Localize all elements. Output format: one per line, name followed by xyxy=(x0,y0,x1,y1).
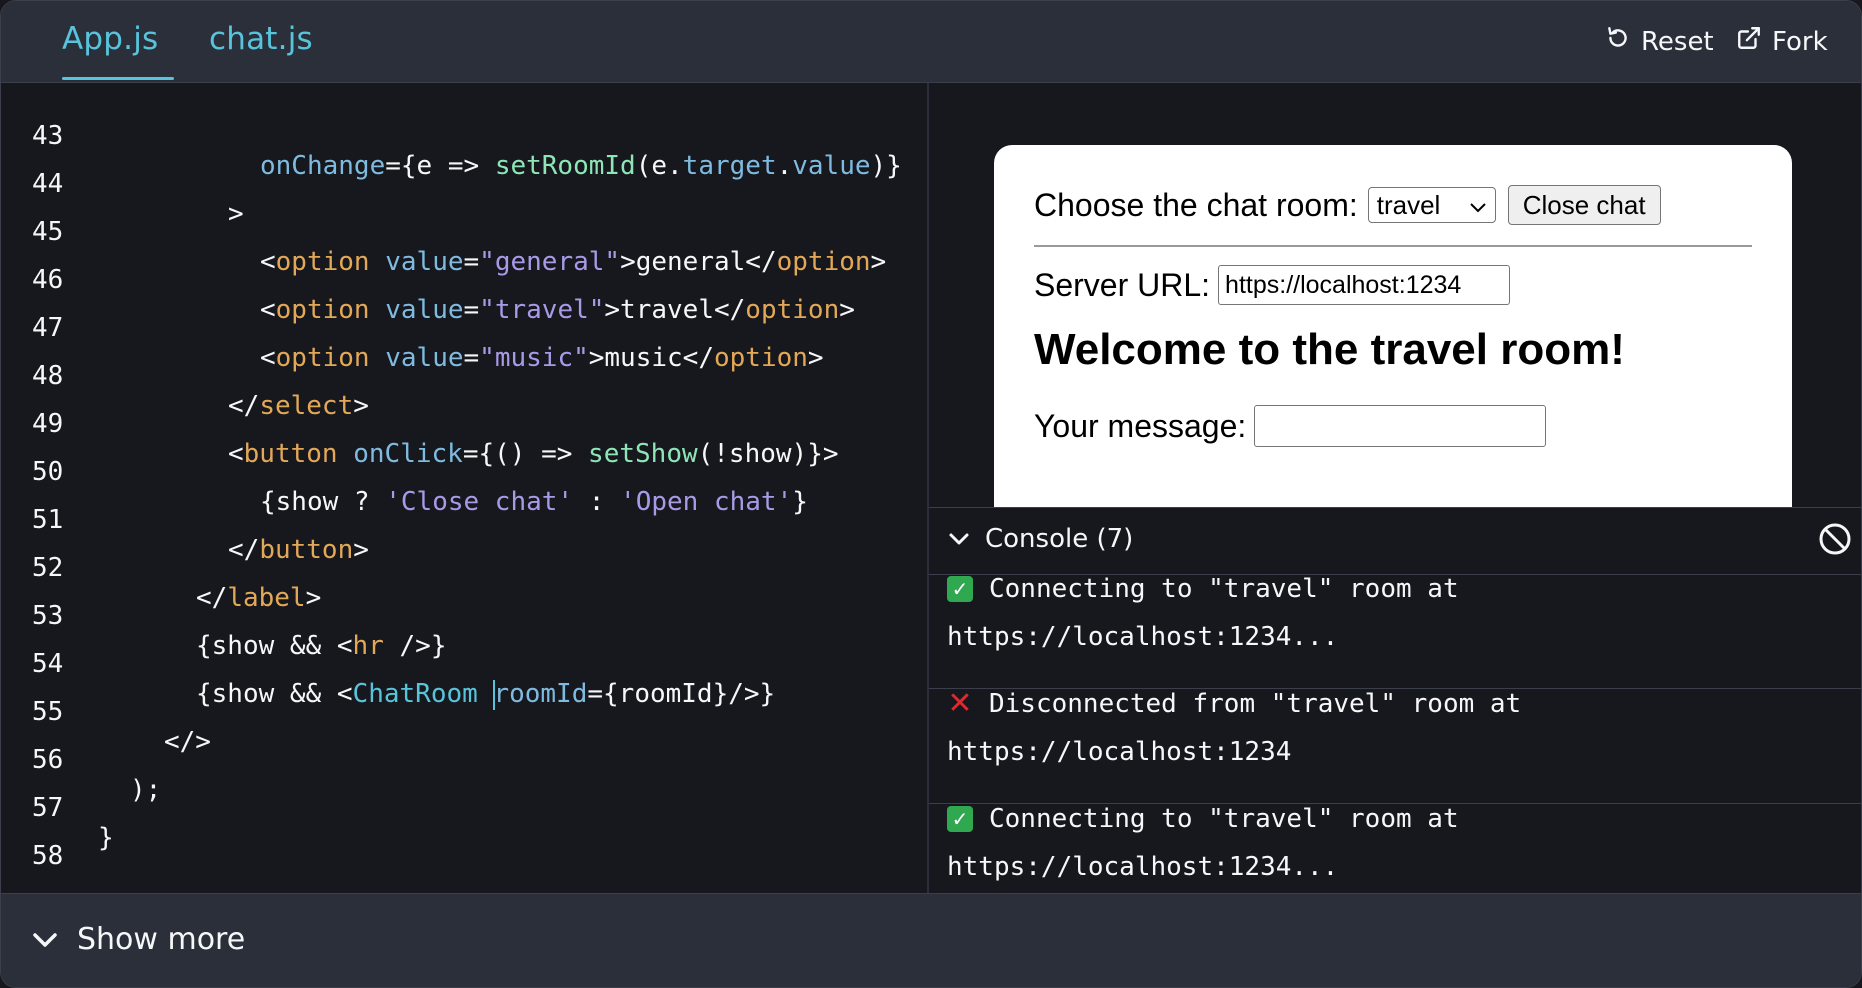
code-text: <option value="general">general</option> xyxy=(260,247,887,277)
active-tab-indicator xyxy=(62,77,174,80)
code-text: </button> xyxy=(228,535,369,565)
code-line: 51 </button> xyxy=(1,475,369,565)
code-text: <button onClick={() => setShow(!show)}> xyxy=(228,439,839,469)
log-text: Connecting to "travel" room at xyxy=(989,574,1459,604)
welcome-heading: Welcome to the travel room! xyxy=(1034,325,1625,374)
code-line: 53 {show && <hr />} xyxy=(1,571,446,661)
room-chooser-row: Choose the chat room: travel Close chat xyxy=(1034,185,1661,225)
reset-label: Reset xyxy=(1641,26,1714,57)
code-line: 52 </label> xyxy=(1,523,321,613)
code-line: 57 } xyxy=(1,763,114,853)
console-log-entry: ✕ Disconnected from "travel" room at http… xyxy=(929,689,1861,804)
code-editor[interactable]: 43 onChange={e => setRoomId(e.target.val… xyxy=(1,83,927,893)
choose-room-label: Choose the chat room: xyxy=(1034,186,1358,223)
fork-label: Fork xyxy=(1772,26,1828,57)
log-text: https://localhost:1234... xyxy=(947,852,1339,882)
tab-app-js[interactable]: App.js xyxy=(62,21,158,57)
log-text: Disconnected from "travel" room at xyxy=(989,689,1522,719)
room-select-value: travel xyxy=(1376,189,1441,220)
code-text: </> xyxy=(164,727,211,757)
code-text: </label> xyxy=(196,583,322,613)
code-line: 45 <option value="general">general</opti… xyxy=(1,187,886,277)
line-number: 58 xyxy=(32,841,64,871)
fork-button[interactable]: Fork xyxy=(1736,25,1828,58)
chevron-down-icon xyxy=(947,524,971,554)
code-line: 56 ); xyxy=(1,715,161,805)
show-more-button[interactable]: Show more xyxy=(31,922,245,957)
show-more-label: Show more xyxy=(77,922,246,957)
code-text: onChange={e => setRoomId(e.target.value)… xyxy=(260,151,902,181)
code-line: 43 onChange={e => setRoomId(e.target.val… xyxy=(1,91,902,181)
code-line: 58 xyxy=(1,811,95,871)
console-header[interactable]: Console (7) xyxy=(929,507,1861,575)
code-text: {show ? 'Close chat' : 'Open chat'} xyxy=(260,487,808,517)
sandbox-frame: App.js chat.js Reset Fork 43 onChange={e… xyxy=(0,0,1862,988)
code-line: 50 {show ? 'Close chat' : 'Open chat'} xyxy=(1,427,808,517)
code-line: 48 </select> xyxy=(1,331,369,421)
code-text: <option value="music">music</option> xyxy=(260,343,824,373)
code-line: 55 </> xyxy=(1,667,211,757)
cross-icon: ✕ xyxy=(947,686,973,721)
preview-card: Choose the chat room: travel Close chat … xyxy=(994,145,1792,525)
code-text: <option value="travel">travel</option> xyxy=(260,295,855,325)
console-title: Console (7) xyxy=(985,524,1134,554)
tab-chat-js[interactable]: chat.js xyxy=(209,21,313,57)
code-line: 49 <button onClick={() => setShow(!show)… xyxy=(1,379,839,469)
code-line: 54 {show && <ChatRoom roomId={roomId}/>} xyxy=(1,619,775,710)
message-input[interactable] xyxy=(1254,405,1547,447)
editor-tab-bar: App.js chat.js Reset Fork xyxy=(1,1,1861,83)
console-log-entry: ✓ Connecting to "travel" room at https://… xyxy=(929,574,1861,689)
log-text: https://localhost:1234... xyxy=(947,622,1339,652)
code-text: ); xyxy=(130,775,162,805)
log-text: Connecting to "travel" room at xyxy=(989,804,1459,834)
clear-console-icon[interactable] xyxy=(1817,521,1853,557)
footer-bar: Show more xyxy=(1,893,1861,987)
code-line: 46 <option value="travel">travel</option… xyxy=(1,235,855,325)
server-url-label: Server URL: xyxy=(1034,266,1211,303)
preview-pane: Choose the chat room: travel Close chat … xyxy=(929,83,1861,525)
server-url-input[interactable]: https://localhost:1234 xyxy=(1218,265,1511,305)
reset-button[interactable]: Reset xyxy=(1605,25,1714,58)
close-chat-button[interactable]: Close chat xyxy=(1507,185,1661,225)
code-text: {show && <ChatRoom roomId={roomId}/>} xyxy=(196,679,776,710)
message-row: Your message: xyxy=(1034,405,1547,447)
code-line: 47 <option value="music">music</option> xyxy=(1,283,824,373)
server-url-row: Server URL: https://localhost:1234 xyxy=(1034,265,1511,305)
check-icon: ✓ xyxy=(947,576,973,602)
code-text: > xyxy=(228,199,244,229)
code-text: } xyxy=(98,823,114,853)
code-line: 44 > xyxy=(1,139,244,229)
code-text: {show && <hr />} xyxy=(196,631,447,661)
external-link-icon xyxy=(1736,25,1762,58)
log-text: https://localhost:1234 xyxy=(947,737,1292,767)
room-select[interactable]: travel xyxy=(1367,187,1496,223)
check-icon: ✓ xyxy=(947,806,973,832)
console-toggle[interactable]: Console (7) xyxy=(947,524,1133,554)
reset-icon xyxy=(1605,25,1631,58)
message-label: Your message: xyxy=(1034,407,1247,444)
chevron-down-icon xyxy=(31,922,59,957)
divider xyxy=(1034,245,1752,247)
code-text: </select> xyxy=(228,391,369,421)
console-panel: Console (7) ✓ Connecting to "travel" room… xyxy=(929,507,1861,893)
chevron-down-icon xyxy=(1469,190,1487,221)
